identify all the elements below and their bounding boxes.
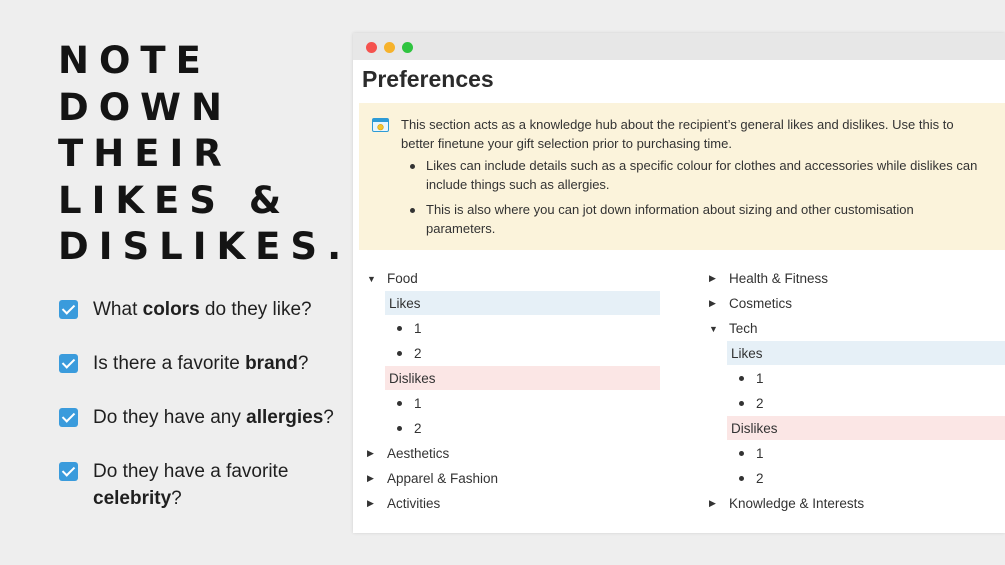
toggle-tech[interactable]: ▼ Tech	[705, 316, 1005, 341]
dislikes-label: Dislikes	[385, 366, 660, 390]
toggle-label: Knowledge & Interests	[729, 496, 865, 511]
info-card-icon	[372, 118, 389, 132]
checklist-item-text: Is there a favorite brand?	[93, 353, 309, 374]
list-item: 1	[705, 441, 1005, 466]
checklist: What colors do they like? Is there a fav…	[59, 296, 359, 512]
list-item: 2	[705, 391, 1005, 416]
headline: NOTE DOWN THEIR LIKES & DISLIKES.	[58, 38, 348, 271]
bullet-icon	[397, 401, 402, 406]
headline-line: LIKES &	[58, 178, 292, 222]
checklist-item: Do they have any allergies?	[59, 404, 359, 431]
likes-label: Likes	[385, 291, 660, 315]
left-column: ▼ Food Likes 1 2 Dislikes 1 2 ▶ Aestheti…	[363, 266, 660, 516]
collapsed-triangle-icon[interactable]: ▶	[705, 273, 729, 284]
bullet-icon	[739, 401, 744, 406]
minimize-window-button[interactable]	[384, 42, 395, 53]
collapsed-triangle-icon[interactable]: ▶	[705, 498, 729, 509]
toggle-apparel-fashion[interactable]: ▶ Apparel & Fashion	[363, 466, 660, 491]
checklist-item: Do they have a favorite celebrity?	[59, 458, 359, 512]
toggle-activities[interactable]: ▶ Activities	[363, 491, 660, 516]
toggle-label: Health & Fitness	[729, 271, 829, 286]
bullet-icon	[739, 476, 744, 481]
collapsed-triangle-icon[interactable]: ▶	[363, 448, 387, 459]
toggle-knowledge-interests[interactable]: ▶ Knowledge & Interests	[705, 491, 1005, 516]
checked-checkbox[interactable]	[59, 354, 78, 373]
headline-line: THEIR	[58, 132, 232, 175]
toggle-label: Cosmetics	[729, 296, 793, 311]
bullet-icon	[739, 451, 744, 456]
callout-bullet-list: Likes can include details such as a spec…	[401, 156, 983, 238]
headline-line: DOWN	[58, 85, 232, 129]
toggle-label: Tech	[729, 321, 758, 336]
toggle-cosmetics[interactable]: ▶ Cosmetics	[705, 291, 1005, 316]
callout-bullet: This is also where you can jot down info…	[401, 200, 983, 238]
checklist-item-text: Do they have a favorite celebrity?	[93, 461, 289, 509]
toggle-label: Activities	[387, 496, 441, 511]
expanded-triangle-icon[interactable]: ▼	[363, 274, 387, 284]
collapsed-triangle-icon[interactable]: ▶	[705, 298, 729, 309]
dislikes-label: Dislikes	[727, 416, 1005, 440]
bullet-icon	[739, 376, 744, 381]
toggle-aesthetics[interactable]: ▶ Aesthetics	[363, 441, 660, 466]
list-item: 1	[363, 316, 660, 341]
window-titlebar	[353, 33, 1005, 60]
toggle-food[interactable]: ▼ Food	[363, 266, 660, 291]
bullet-icon	[397, 326, 402, 331]
list-item: 1	[705, 366, 1005, 391]
toggle-label: Aesthetics	[387, 446, 450, 461]
page-title: Preferences	[362, 66, 494, 92]
headline-line: DISLIKES.	[58, 225, 352, 268]
checked-checkbox[interactable]	[59, 408, 78, 427]
headline-line: NOTE	[58, 39, 211, 82]
callout-text: This section acts as a knowledge hub abo…	[401, 117, 954, 151]
list-item: 1	[363, 391, 660, 416]
bullet-icon	[397, 351, 402, 356]
list-item: 2	[705, 466, 1005, 491]
bullet-icon	[397, 426, 402, 431]
toggle-label: Food	[387, 271, 418, 286]
callout-box: This section acts as a knowledge hub abo…	[359, 103, 1005, 250]
expanded-triangle-icon[interactable]: ▼	[705, 324, 729, 334]
likes-label: Likes	[727, 341, 1005, 365]
checklist-item: What colors do they like?	[59, 296, 359, 323]
toggle-health-fitness[interactable]: ▶ Health & Fitness	[705, 266, 1005, 291]
collapsed-triangle-icon[interactable]: ▶	[363, 473, 387, 484]
callout-bullet: Likes can include details such as a spec…	[401, 156, 983, 194]
list-item: 2	[363, 416, 660, 441]
list-item: 2	[363, 341, 660, 366]
checklist-item-text: What colors do they like?	[93, 299, 312, 320]
right-column: ▶ Health & Fitness ▶ Cosmetics ▼ Tech Li…	[705, 266, 1005, 516]
collapsed-triangle-icon[interactable]: ▶	[363, 498, 387, 509]
checklist-item-text: Do they have any allergies?	[93, 407, 334, 428]
maximize-window-button[interactable]	[402, 42, 413, 53]
checklist-item: Is there a favorite brand?	[59, 350, 359, 377]
app-window: Preferences This section acts as a knowl…	[353, 33, 1005, 533]
checked-checkbox[interactable]	[59, 300, 78, 319]
close-window-button[interactable]	[366, 42, 377, 53]
checked-checkbox[interactable]	[59, 462, 78, 481]
toggle-label: Apparel & Fashion	[387, 471, 499, 486]
